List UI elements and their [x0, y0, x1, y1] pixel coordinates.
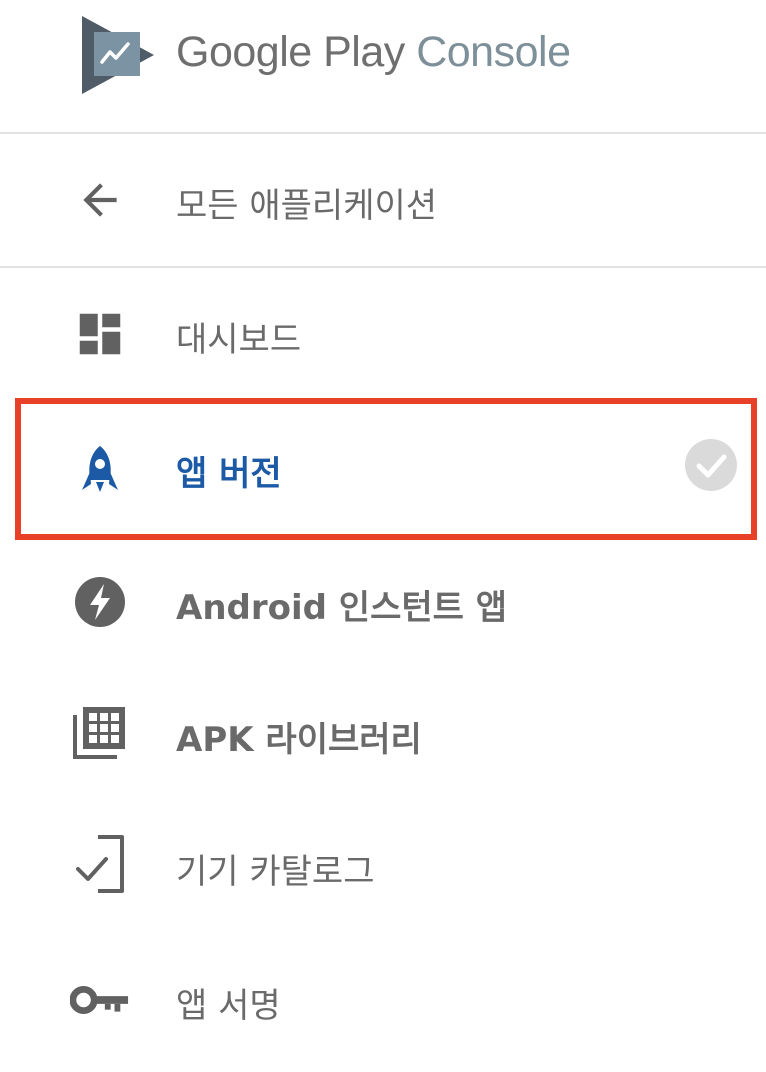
key-icon: [70, 970, 130, 1030]
bolt-icon: [70, 572, 130, 632]
dashboard-icon: [70, 304, 130, 364]
nav-item-label: Android 인스턴트 앱: [176, 588, 508, 628]
brand-google: Google Play: [176, 28, 405, 76]
nav-item-label: 앱 서명: [176, 986, 281, 1026]
nav-item-label: 기기 카탈로그: [176, 852, 375, 892]
nav-item-instant-apps[interactable]: Android 인스턴트 앱: [0, 540, 766, 670]
play-console-logo-icon: [82, 16, 154, 94]
nav-item-label: 대시보드: [176, 320, 302, 360]
nav-item-dashboard[interactable]: 대시보드: [0, 268, 766, 398]
nav-item-app-signing[interactable]: 앱 서명: [0, 934, 766, 1066]
arrow-back-icon: [70, 170, 130, 230]
nav-item-apk-library[interactable]: APK 라이브러리: [0, 670, 766, 802]
all-apps-link[interactable]: 모든 애플리케이션: [0, 134, 766, 266]
apk-library-icon: [70, 702, 130, 762]
nav-item-device-catalog[interactable]: 기기 카탈로그: [0, 802, 766, 934]
highlight-box: [15, 398, 757, 540]
brand-console: Console: [416, 28, 571, 76]
all-apps-label: 모든 애플리케이션: [176, 186, 438, 226]
nav-item-label: APK 라이브러리: [176, 720, 422, 760]
app-header: Google Play Console: [0, 0, 766, 132]
device-check-icon: [70, 834, 130, 894]
app-title: Google Play Console: [176, 28, 571, 77]
check-circle-icon: [685, 439, 737, 491]
